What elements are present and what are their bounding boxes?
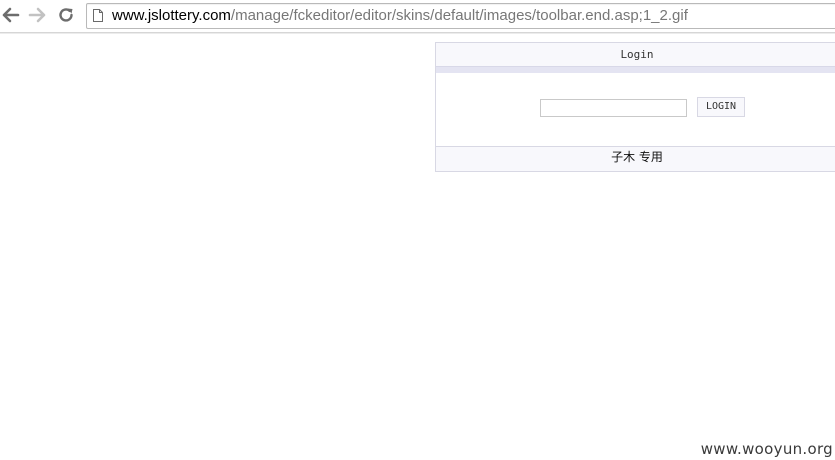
title-divider (436, 66, 835, 73)
url-text[interactable]: www.jslottery.com/manage/fckeditor/edito… (112, 7, 688, 25)
reload-icon (59, 8, 73, 22)
login-footer: 子木 专用 (436, 146, 835, 171)
arrow-left-icon (2, 7, 20, 23)
login-button[interactable]: LOGIN (697, 97, 745, 117)
back-button[interactable] (0, 4, 22, 26)
browser-toolbar: www.jslottery.com/manage/fckeditor/edito… (0, 0, 835, 33)
forward-button[interactable] (26, 4, 48, 26)
address-bar[interactable]: www.jslottery.com/manage/fckeditor/edito… (86, 3, 835, 29)
login-title: Login (436, 43, 835, 66)
page-icon (93, 9, 103, 22)
reload-button[interactable] (55, 4, 77, 26)
url-path: /manage/fckeditor/editor/skins/default/i… (230, 7, 688, 24)
login-panel: Login LOGIN 子木 专用 (435, 42, 835, 172)
password-input[interactable] (540, 99, 687, 117)
watermark: www.wooyun.org (700, 440, 833, 458)
url-host: www.jslottery.com (112, 7, 231, 24)
arrow-right-icon (28, 7, 46, 23)
